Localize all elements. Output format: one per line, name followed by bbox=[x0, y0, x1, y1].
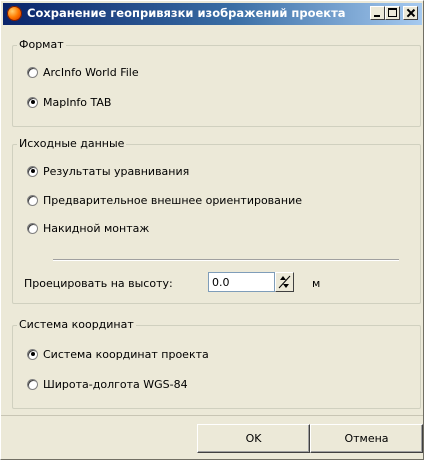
coordinate-system-group-legend: Система координат bbox=[17, 318, 136, 331]
radio-project-coordinate-system[interactable]: Система координат проекта bbox=[27, 346, 209, 362]
radio-label: ArcInfo World File bbox=[43, 65, 139, 79]
radio-icon[interactable] bbox=[27, 66, 38, 78]
radio-icon[interactable] bbox=[27, 165, 38, 177]
radio-icon[interactable] bbox=[27, 222, 38, 234]
separator bbox=[53, 259, 399, 261]
button-area-divider bbox=[1, 415, 423, 416]
close-button[interactable] bbox=[403, 6, 418, 20]
radio-label: Результаты уравнивания bbox=[43, 164, 190, 178]
title-bar[interactable]: Сохранение геопривязки изображений проек… bbox=[3, 3, 422, 25]
format-group: Формат bbox=[12, 38, 421, 127]
spin-arrows-icon bbox=[278, 275, 291, 289]
radio-label: Система координат проекта bbox=[43, 347, 209, 361]
radio-overlay-mosaic[interactable]: Накидной монтаж bbox=[27, 220, 149, 236]
radio-adjustment-results[interactable]: Результаты уравнивания bbox=[27, 163, 189, 179]
format-group-legend: Формат bbox=[17, 38, 66, 51]
unit-label: м bbox=[312, 277, 321, 290]
radio-label: MapInfo TAB bbox=[43, 95, 112, 109]
minimize-button[interactable] bbox=[370, 6, 385, 20]
radio-label: Накидной монтаж bbox=[43, 221, 150, 235]
spin-buttons[interactable] bbox=[275, 272, 294, 292]
radio-arcinfo-world-file[interactable]: ArcInfo World File bbox=[27, 64, 139, 80]
radio-icon[interactable] bbox=[27, 348, 38, 360]
coordinate-system-group: Система координат bbox=[12, 318, 421, 409]
projection-height-label: Проецировать на высоту: bbox=[24, 277, 173, 290]
cancel-button[interactable]: Отмена bbox=[310, 424, 423, 453]
radio-wgs84[interactable]: Широта-долгота WGS-84 bbox=[27, 376, 188, 392]
save-georeference-dialog: Сохранение геопривязки изображений проек… bbox=[0, 0, 424, 460]
ok-button[interactable]: OK bbox=[197, 424, 310, 453]
app-icon bbox=[7, 6, 22, 21]
radio-label: Предварительное внешнее ориентирование bbox=[43, 193, 303, 207]
window-title: Сохранение геопривязки изображений проек… bbox=[27, 6, 346, 20]
radio-icon[interactable] bbox=[27, 378, 38, 390]
maximize-button[interactable] bbox=[385, 6, 400, 20]
radio-icon[interactable] bbox=[27, 96, 38, 108]
radio-mapinfo-tab[interactable]: MapInfo TAB bbox=[27, 94, 111, 110]
radio-icon[interactable] bbox=[27, 194, 38, 206]
source-data-group-legend: Исходные данные bbox=[17, 137, 127, 150]
radio-label: Широта-долгота WGS-84 bbox=[43, 377, 188, 391]
radio-preliminary-exterior-orientation[interactable]: Предварительное внешнее ориентирование bbox=[27, 192, 302, 208]
projection-height-input[interactable] bbox=[208, 272, 275, 292]
